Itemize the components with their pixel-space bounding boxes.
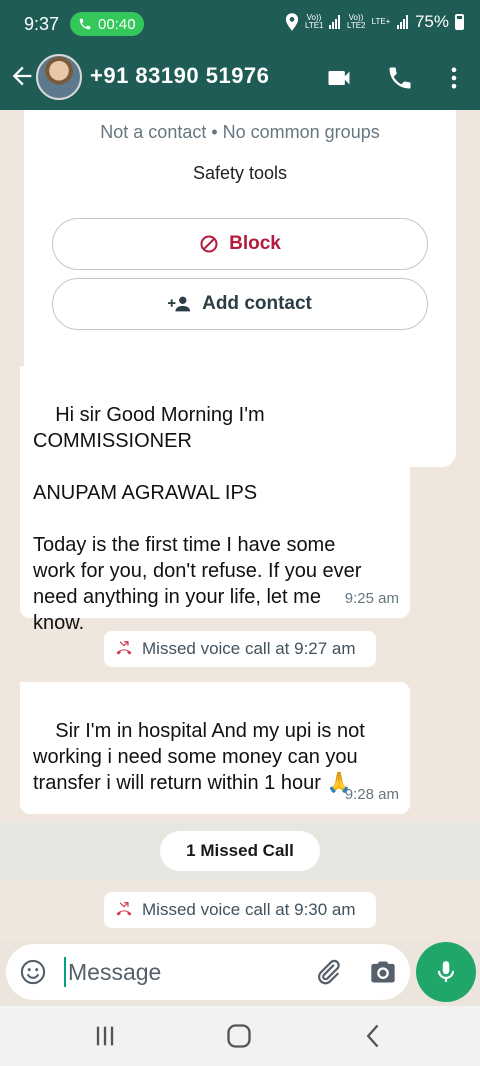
message-composer <box>6 944 410 1000</box>
status-indicators: Vo)) LTE1 Vo)) LTE2 LTE+ 75% <box>285 12 464 32</box>
status-bar: 9:37 00:40 Vo)) LTE1 Vo)) LTE2 LTE+ 75% <box>0 0 480 48</box>
missed-call-text: Missed voice call at 9:30 am <box>142 900 356 919</box>
more-vert-icon[interactable] <box>440 64 468 92</box>
sim1-label: Vo)) LTE1 <box>304 13 324 30</box>
signal-1-icon <box>328 15 340 29</box>
contact-status-text: Not a contact • No common groups <box>100 122 380 142</box>
camera-icon[interactable] <box>369 958 397 986</box>
phone-small-icon <box>79 18 91 30</box>
sim2-label: Vo)) LTE2 <box>346 13 366 30</box>
add-contact-button[interactable]: Add contact <box>52 278 428 330</box>
location-icon <box>285 13 299 31</box>
chat-header: +91 83190 51976 <box>0 48 480 110</box>
missed-call-summary[interactable]: 1 Missed Call <box>160 831 320 871</box>
block-button[interactable]: Block <box>52 218 428 270</box>
chat-area[interactable]: Not a contact • No common groups Safety … <box>0 110 480 940</box>
recents-icon[interactable] <box>91 1022 119 1050</box>
missed-call-icon <box>116 641 132 655</box>
status-time: 9:37 <box>24 14 60 34</box>
message-input[interactable] <box>68 954 298 990</box>
home-icon[interactable] <box>225 1022 253 1050</box>
message-time: 9:25 am <box>344 590 399 607</box>
text-caret <box>64 957 66 987</box>
safety-tools-link[interactable]: Safety tools <box>24 163 456 184</box>
add-person-icon <box>168 296 191 312</box>
back-arrow-icon[interactable] <box>8 62 36 90</box>
mic-icon <box>437 961 455 982</box>
missed-call-icon <box>116 902 132 916</box>
video-call-icon[interactable] <box>325 64 353 92</box>
message-time: 9:28 am <box>344 786 399 803</box>
ongoing-call-pill[interactable]: 00:40 <box>70 12 144 36</box>
battery-icon <box>455 14 464 30</box>
incoming-message[interactable]: Sir I'm in hospital And my upi is not wo… <box>20 682 410 814</box>
signal-2-icon <box>396 15 408 29</box>
call-timer: 00:40 <box>98 15 136 33</box>
missed-call-text: Missed voice call at 9:27 am <box>142 639 356 658</box>
voice-record-button[interactable] <box>416 942 476 1002</box>
lte-label: LTE+ <box>371 17 391 26</box>
add-contact-label: Add contact <box>202 293 312 314</box>
phone-icon[interactable] <box>386 64 414 92</box>
back-nav-icon[interactable] <box>360 1022 388 1050</box>
incoming-message[interactable]: Hi sir Good Morning I'm COMMISSIONER ANU… <box>20 366 410 634</box>
block-label: Block <box>229 233 281 254</box>
message-text: Sir I'm in hospital And my upi is not wo… <box>33 720 365 794</box>
attach-icon[interactable] <box>314 958 342 986</box>
system-nav-bar <box>0 1006 480 1066</box>
block-icon <box>200 235 218 253</box>
contact-avatar[interactable] <box>36 54 82 100</box>
missed-call-notice[interactable]: Missed voice call at 9:27 am <box>104 631 376 667</box>
missed-call-notice[interactable]: Missed voice call at 9:30 am <box>104 892 376 928</box>
message-text: Hi sir Good Morning I'm COMMISSIONER ANU… <box>33 404 362 634</box>
battery-percent: 75% <box>414 12 449 31</box>
emoji-icon[interactable] <box>19 958 47 986</box>
contact-name[interactable]: +91 83190 51976 <box>90 63 269 89</box>
